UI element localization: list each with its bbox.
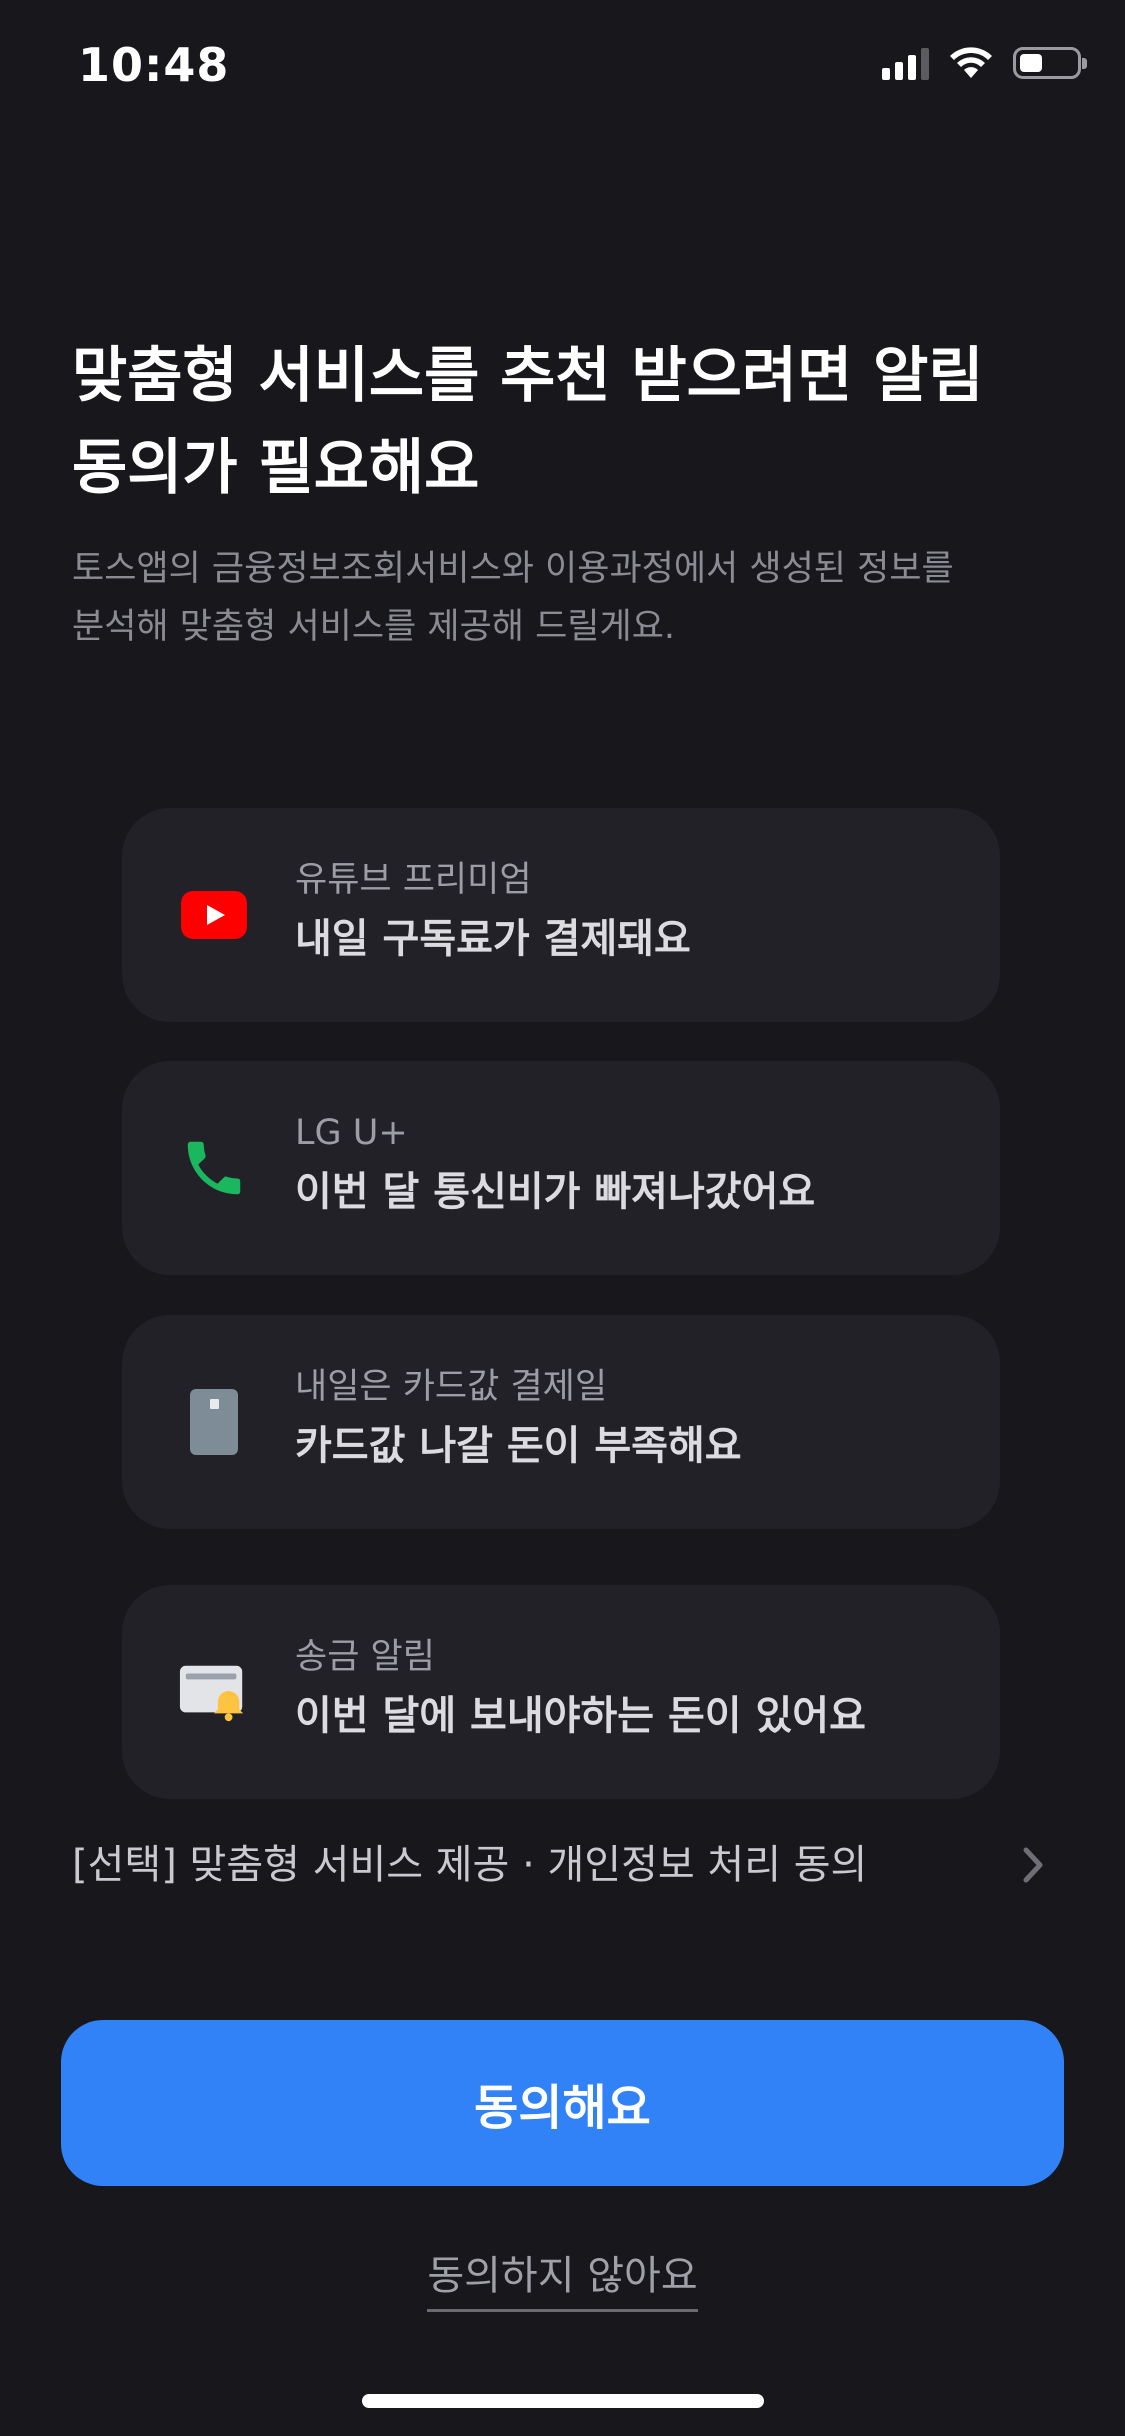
agree-button[interactable]: 동의해요 [61,2020,1064,2186]
home-indicator [362,2394,764,2408]
disagree-link[interactable]: 동의하지 않아요 [427,2245,698,2312]
subtitle-line-1: 토스앱의 금융정보조회서비스와 이용과정에서 생성된 정보를 [72,549,954,589]
youtube-icon [178,879,250,951]
status-icons [882,46,1087,80]
card-label: 내일은 카드값 결제일 [295,1367,608,1407]
page-title: 맞춤형 서비스를 추천 받으려면 알림 동의가 필요해요 [72,330,1072,514]
notification-card-youtube: 유튜브 프리미엄 내일 구독료가 결제돼요 [122,808,1000,1022]
card-message: 이번 달에 보내야하는 돈이 있어요 [295,1693,866,1739]
title-line-2: 동의가 필요해요 [72,433,480,503]
title-line-1: 맞춤형 서비스를 추천 받으려면 알림 [72,341,984,411]
consent-row[interactable]: [선택] 맞춤형 서비스 제공 · 개인정보 처리 동의 [72,1830,1062,1900]
disagree-link-row: 동의하지 않아요 [0,2245,1125,2312]
card-message: 내일 구독료가 결제돼요 [295,916,691,962]
card-label: 송금 알림 [295,1637,435,1677]
page-subtitle: 토스앱의 금융정보조회서비스와 이용과정에서 생성된 정보를 분석해 맞춤형 서… [72,540,1072,656]
battery-icon [1013,47,1087,79]
notification-card-transfer: 송금 알림 이번 달에 보내야하는 돈이 있어요 [122,1585,1000,1799]
card-label: 유튜브 프리미엄 [295,860,532,900]
status-time: 10:48 [78,38,230,92]
status-bar: 10:48 [0,0,1125,140]
cellular-signal-icon [882,46,929,80]
card-label: LG U+ [295,1113,408,1153]
subtitle-line-2: 분석해 맞춤형 서비스를 제공해 드릴게요. [72,607,676,647]
phone-icon [178,1132,250,1204]
notification-card-credit-card: 내일은 카드값 결제일 카드값 나갈 돈이 부족해요 [122,1315,1000,1529]
card-icon [178,1386,250,1458]
wifi-icon [950,47,992,78]
transfer-bell-icon [178,1656,250,1728]
notification-card-telecom: LG U+ 이번 달 통신비가 빠져나갔어요 [122,1061,1000,1275]
card-message: 이번 달 통신비가 빠져나갔어요 [295,1169,816,1215]
chevron-right-icon [1023,1847,1043,1883]
consent-text: [선택] 맞춤형 서비스 제공 · 개인정보 처리 동의 [72,1842,868,1888]
card-message: 카드값 나갈 돈이 부족해요 [295,1423,742,1469]
